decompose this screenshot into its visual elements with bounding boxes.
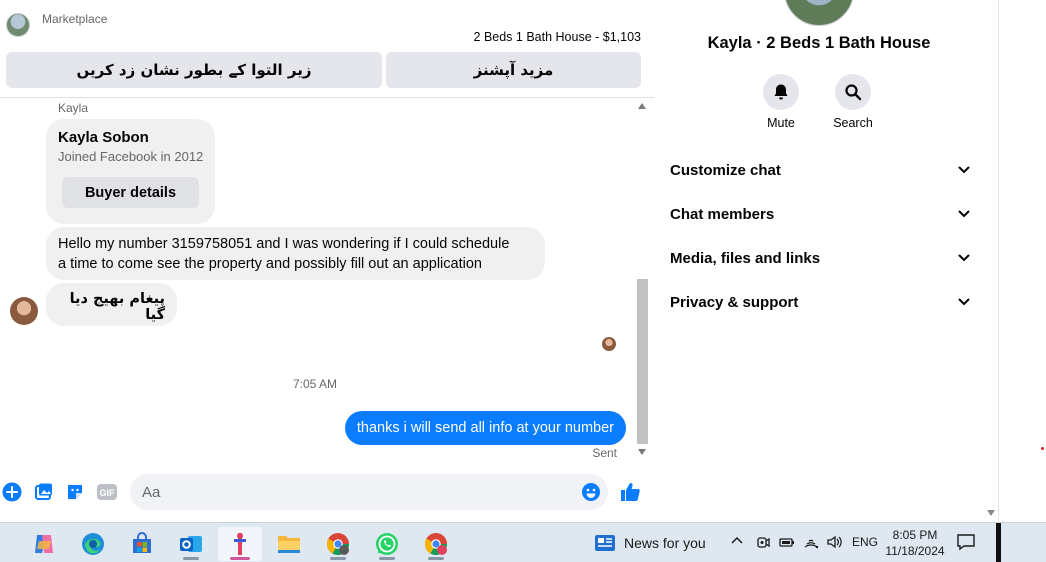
news-label: News for you <box>624 535 706 551</box>
file-explorer-icon[interactable] <box>267 527 311 561</box>
notification-icon[interactable] <box>956 533 976 551</box>
store-icon[interactable] <box>120 527 164 561</box>
scroll-down-arrow-icon[interactable] <box>987 510 995 516</box>
sent-status: Sent <box>592 446 617 460</box>
more-options-label: مزید آپشنز <box>473 61 554 79</box>
listing-title[interactable]: 2 Beds 1 Bath House - $1,103 <box>474 30 641 44</box>
message-text-line: Hello my number 3159758051 and I was won… <box>58 236 510 252</box>
wifi-icon[interactable] <box>803 534 819 550</box>
search-button[interactable]: Search <box>823 74 883 130</box>
active-app-icon[interactable] <box>218 527 262 561</box>
buyer-name: Kayla Sobon <box>58 129 149 146</box>
app-running-indicator <box>330 557 346 560</box>
mark-as-pending-label: زیر التوا کے بطور نشان زد کریں <box>76 61 312 79</box>
window-background <box>998 0 1046 522</box>
bell-icon <box>763 74 799 110</box>
section-label: Chat members <box>670 205 775 223</box>
message-bubble-outgoing[interactable]: thanks i will send all info at your numb… <box>344 411 626 445</box>
section-label: Privacy & support <box>670 293 799 311</box>
mute-label: Mute <box>767 116 795 130</box>
section-label: Media, files and links <box>670 249 821 267</box>
message-text: پیغام بھیج دیا گیا <box>69 291 165 323</box>
language-indicator[interactable]: ENG <box>852 535 878 549</box>
sticker-icon[interactable] <box>64 481 86 503</box>
news-widget[interactable]: News for you <box>594 531 706 555</box>
emoji-icon[interactable] <box>580 481 602 503</box>
message-timestamp: 7:05 AM <box>292 377 338 391</box>
info-pane-scrollbar[interactable] <box>984 0 998 522</box>
buyer-details-button[interactable]: Buyer details <box>62 177 199 208</box>
search-icon <box>835 74 871 110</box>
cursor-dot <box>1041 447 1044 450</box>
marketplace-label: Marketplace <box>42 12 108 26</box>
chevron-down-icon <box>958 210 970 218</box>
edge-icon[interactable] <box>71 527 115 561</box>
message-text-line: a time to come see the property and poss… <box>58 255 482 272</box>
mark-as-pending-button[interactable]: زیر التوا کے بطور نشان زد کریں <box>6 52 382 88</box>
whatsapp-icon[interactable] <box>365 527 409 561</box>
chat-header: Marketplace 2 Beds 1 Bath House - $1,103… <box>0 0 654 98</box>
app-running-indicator <box>379 557 395 560</box>
buyer-joined: Joined Facebook in 2012 <box>58 149 204 164</box>
mute-button[interactable]: Mute <box>751 74 811 130</box>
chrome-icon[interactable] <box>316 527 360 561</box>
message-text: thanks i will send all info at your numb… <box>356 420 614 436</box>
section-label: Customize chat <box>670 161 781 179</box>
sender-avatar[interactable] <box>10 297 38 325</box>
sender-name: Kayla <box>58 101 89 115</box>
app-running-indicator <box>183 557 199 560</box>
app-active-indicator <box>230 557 250 560</box>
scroll-thumb[interactable] <box>637 279 648 444</box>
chat-info-pane: Kayla · 2 Beds 1 Bath House Mute Search … <box>654 0 984 522</box>
taskbar: News for you ENG 8:05 PM 11/18/2024 <box>0 522 1046 562</box>
chevron-down-icon <box>958 298 970 306</box>
volume-icon[interactable] <box>826 534 842 550</box>
battery-icon[interactable] <box>779 534 795 550</box>
conversation-avatar[interactable] <box>784 0 854 26</box>
clock-time: 8:05 PM <box>892 528 938 542</box>
photo-icon[interactable] <box>33 481 55 503</box>
scroll-down-arrow-icon[interactable] <box>638 449 646 455</box>
chevron-down-icon <box>958 166 970 174</box>
search-label: Search <box>833 116 873 130</box>
news-icon <box>595 535 615 551</box>
thumbs-up-icon[interactable] <box>619 481 641 503</box>
clock[interactable]: 8:05 PM 11/18/2024 <box>882 527 948 559</box>
buyer-profile-card: Kayla Sobon Joined Facebook in 2012 Buye… <box>46 119 215 224</box>
buyer-details-label: Buyer details <box>84 184 177 201</box>
conversation-title: Kayla · 2 Beds 1 Bath House <box>707 34 931 52</box>
meet-icon[interactable] <box>755 534 771 550</box>
chrome-profile-icon[interactable] <box>414 527 458 561</box>
section-chat-members[interactable]: Chat members <box>670 199 970 229</box>
outlook-icon[interactable] <box>169 527 213 561</box>
show-desktop-button[interactable] <box>996 523 1001 562</box>
listing-thumbnail[interactable] <box>6 13 30 37</box>
message-bubble-incoming[interactable]: پیغام بھیج دیا گیا <box>46 283 177 326</box>
message-input[interactable] <box>130 474 608 510</box>
scroll-up-arrow-icon[interactable] <box>638 103 646 109</box>
section-privacy-support[interactable]: Privacy & support <box>670 287 970 317</box>
message-scrollbar[interactable] <box>636 99 650 461</box>
chevron-down-icon <box>958 254 970 262</box>
message-composer: GIF <box>0 470 654 514</box>
read-receipt-avatar <box>602 337 616 351</box>
copilot-icon[interactable] <box>22 527 66 561</box>
chat-pane: Marketplace 2 Beds 1 Bath House - $1,103… <box>0 0 654 522</box>
section-media-files-links[interactable]: Media, files and links <box>670 243 970 273</box>
gif-label: GIF <box>100 488 116 498</box>
section-customize-chat[interactable]: Customize chat <box>670 155 970 185</box>
app-running-indicator <box>428 557 444 560</box>
chevron-up-icon[interactable] <box>730 535 744 545</box>
gif-icon[interactable]: GIF <box>96 481 118 503</box>
plus-icon[interactable] <box>1 481 23 503</box>
message-list: Kayla Kayla Sobon Joined Facebook in 201… <box>0 99 636 461</box>
message-bubble-incoming[interactable]: Hello my number 3159758051 and I was won… <box>46 227 545 280</box>
clock-date: 11/18/2024 <box>885 544 945 558</box>
more-options-button[interactable]: مزید آپشنز <box>386 52 641 88</box>
